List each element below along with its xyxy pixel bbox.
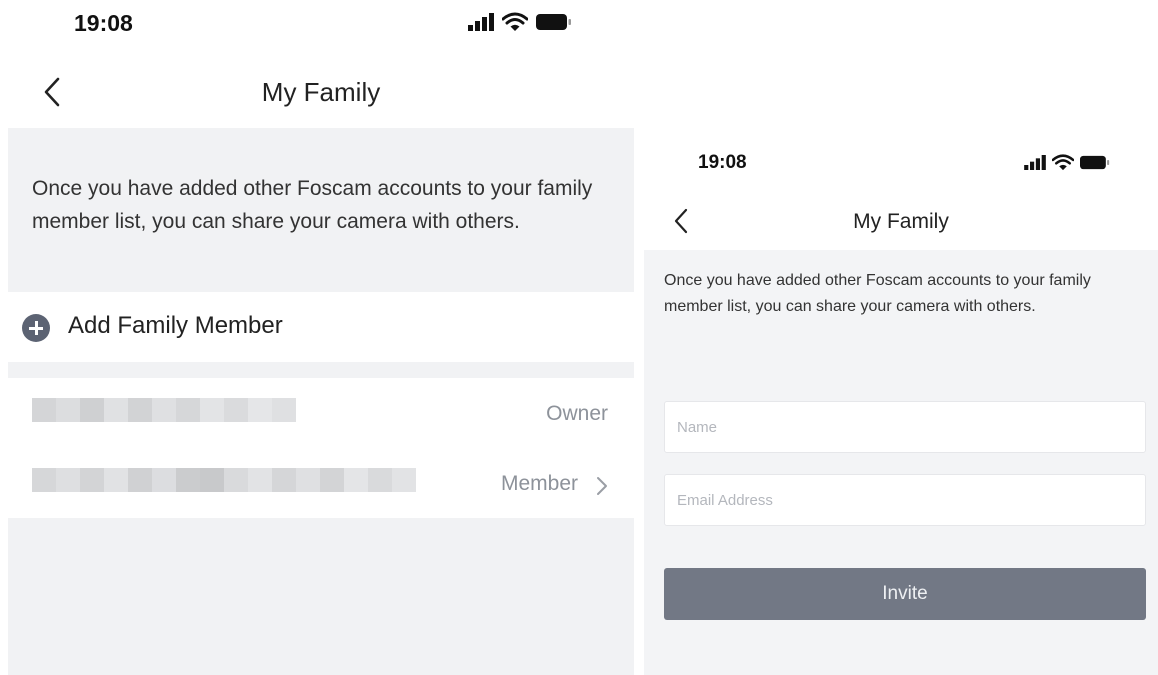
page-title: My Family <box>261 77 381 107</box>
empty-area <box>8 518 634 675</box>
wifi-icon <box>1052 154 1074 171</box>
status-time: 19:08 <box>74 10 133 36</box>
section-divider <box>8 362 634 378</box>
name-input[interactable] <box>664 401 1146 453</box>
info-text: Once you have added other Foscam account… <box>664 272 1091 315</box>
member-row-member[interactable]: Member <box>8 448 634 518</box>
status-time: 19:08 <box>698 152 747 173</box>
member-row-owner: Owner <box>8 378 634 448</box>
add-member-screen: 19:08 My Family Once you have added othe… <box>644 128 1158 675</box>
battery-icon <box>1080 155 1110 170</box>
wifi-icon <box>502 12 528 31</box>
info-panel: Once you have added other Foscam account… <box>8 128 634 292</box>
info-text: Once you have added other Foscam account… <box>32 177 593 233</box>
role-label: Member <box>500 472 578 495</box>
redacted-name <box>32 398 296 422</box>
battery-icon <box>536 14 571 30</box>
signal-icon <box>468 13 494 31</box>
email-input[interactable] <box>664 474 1146 526</box>
redacted-name <box>32 468 416 492</box>
status-icons <box>468 12 572 32</box>
status-icons <box>1024 154 1110 171</box>
nav-bar: My Family <box>644 198 1158 250</box>
role-label: Owner <box>546 402 608 425</box>
status-bar: 19:08 <box>8 0 634 50</box>
signal-icon <box>1024 155 1046 170</box>
plus-circle-icon <box>22 314 50 342</box>
add-family-member-label: Add Family Member <box>68 312 283 339</box>
chevron-right-icon <box>597 477 607 495</box>
page-title: My Family <box>853 210 949 233</box>
member-list: Owner Member <box>8 378 634 518</box>
add-family-member-button[interactable]: Add Family Member <box>8 292 634 362</box>
nav-bar: My Family <box>8 62 634 122</box>
family-list-screen: 19:08 My Family Once you have added othe… <box>8 0 634 675</box>
invite-button[interactable]: Invite <box>664 568 1146 620</box>
status-bar: 19:08 <box>644 128 1158 198</box>
